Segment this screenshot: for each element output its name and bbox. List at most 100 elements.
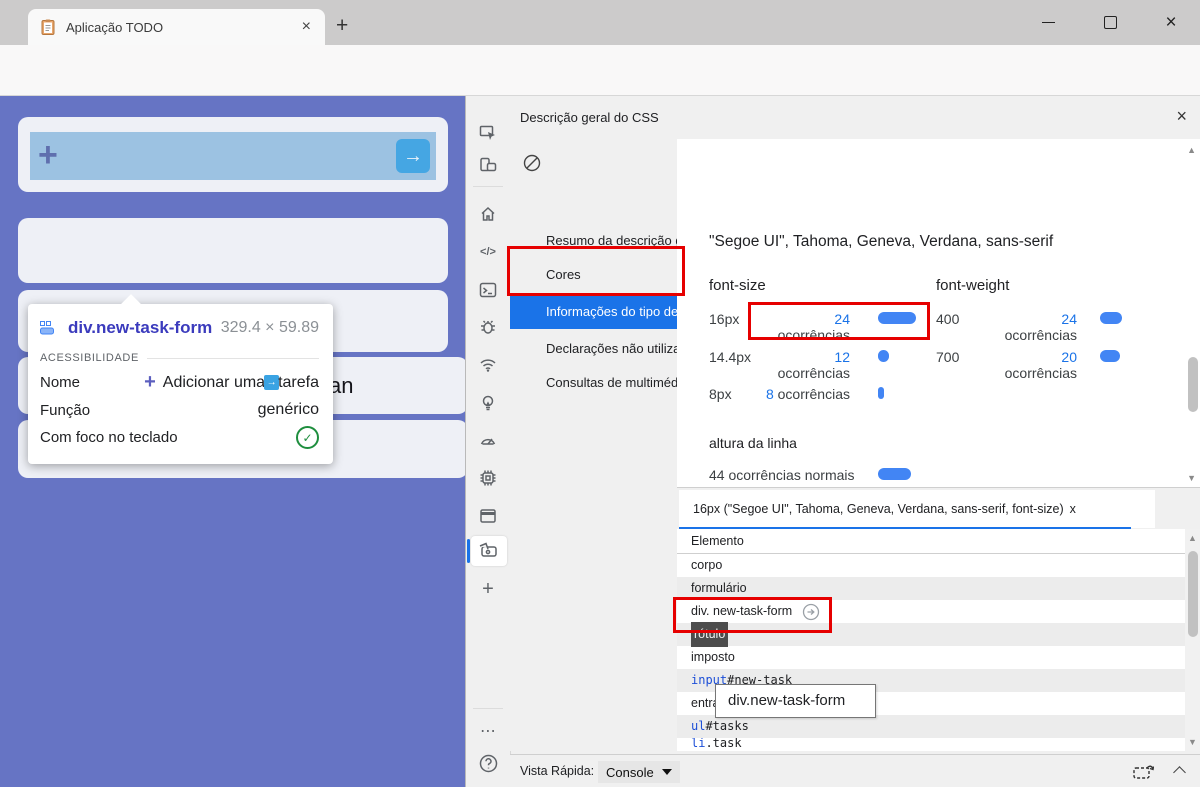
console-icon[interactable] [470, 275, 506, 305]
scrollbar-thumb[interactable] [1188, 357, 1198, 412]
browser-toolbar: ← ↻ https://microsoftedge.github.io/Demo… [0, 45, 1200, 96]
network-conditions-icon[interactable] [470, 350, 506, 380]
clipboard-favicon [40, 19, 56, 35]
issues-lightbulb-icon[interactable] [470, 388, 506, 418]
css-overview-sidebar: Resumo da descrição geral Cores Informaç… [510, 139, 678, 751]
accessibility-section-label: ACESSIBILIDADE [40, 352, 139, 364]
table-scrollbar[interactable]: ▲ [1185, 529, 1200, 751]
font-weight-value: 400 [936, 311, 959, 327]
scroll-down-icon[interactable]: ▼ [1187, 473, 1196, 483]
minimize-button[interactable] [1025, 0, 1071, 45]
scroll-up-icon[interactable]: ▲ [1187, 145, 1196, 155]
occurrence-bar [878, 350, 889, 362]
role-value: genérico [258, 401, 319, 419]
help-icon[interactable] [470, 748, 506, 778]
table-row[interactable]: ul#tasks [677, 715, 1185, 738]
submit-task-button[interactable]: → [396, 139, 430, 173]
check-icon: ✓ [296, 426, 319, 449]
element-list-pane: 16px ("Segoe UI", Tahoma, Geneva, Verdan… [677, 487, 1200, 751]
annotation-red-box-row [673, 597, 832, 633]
scroll-down-icon[interactable]: ▼ [1188, 737, 1197, 747]
inspect-highlight-overlay[interactable]: + → [30, 132, 436, 180]
close-panel-icon[interactable]: × [1176, 106, 1187, 127]
inspect-tooltip: div.new-task-form 329.4 × 59.89 ACESSIBI… [28, 304, 333, 464]
new-task-form-card: + → [18, 117, 448, 192]
font-weight-heading: font-weight [936, 277, 1009, 294]
task-card-hidden-1[interactable] [18, 218, 448, 283]
tab-title: Aplicação TODO [66, 20, 298, 35]
divider [147, 358, 319, 359]
occurrence-bar [878, 387, 884, 399]
font-info-pane: ▲ ▼ "Segoe UI", Tahoma, Geneva, Verdana,… [677, 139, 1200, 487]
tooltip-element-name: div.new-task-form [68, 318, 212, 338]
font-size-filter-tab[interactable]: 16px ("Segoe UI", Tahoma, Geneva, Verdan… [679, 490, 1155, 528]
font-size-count: 8 ocorrências [765, 386, 850, 402]
accessible-name-value: Adicionar uma [163, 374, 265, 392]
font-size-value: 16px [709, 311, 739, 327]
element-badge-icon [40, 321, 60, 335]
table-row-clipped[interactable]: li.task [677, 738, 1185, 749]
font-weight-count: 24 ocorrências [992, 311, 1077, 343]
scroll-up-icon[interactable]: ▲ [1188, 533, 1197, 543]
todo-app-page: + → Trocar óleo no carro de Jan Yoga com… [0, 96, 465, 787]
quick-view-label: Vista Rápida: [520, 764, 594, 778]
browser-window: Aplicação TODO × + × ← ↻ https://microso… [0, 0, 1200, 787]
font-size-heading: font-size [709, 277, 766, 294]
font-weight-count: 20 ocorrências [992, 349, 1077, 381]
css-overview-icon[interactable] [470, 536, 506, 566]
font-size-count: 12 ocorrências [765, 349, 850, 381]
font-size-value: 14.4px [709, 349, 751, 365]
submit-arrow-icon: → [403, 145, 423, 168]
font-weight-value: 700 [936, 349, 959, 365]
divider [473, 186, 503, 187]
table-row[interactable]: corpo [677, 554, 1185, 577]
maximize-icon [1104, 16, 1117, 29]
tab-close-icon[interactable]: × [298, 18, 315, 36]
performance-gauge-icon[interactable] [470, 425, 506, 455]
debugger-icon[interactable] [470, 312, 506, 342]
annotation-red-box-sidebar [507, 246, 685, 296]
close-icon: × [1165, 12, 1176, 34]
role-label: Função [40, 402, 90, 419]
native-tooltip: div.new-task-form [715, 684, 876, 718]
new-tab-icon[interactable]: + [336, 16, 348, 36]
home-icon[interactable] [470, 199, 506, 229]
occurrence-bar [1100, 350, 1120, 362]
device-emulation-icon[interactable] [470, 150, 506, 180]
css-overview-header: Descrição geral do CSS × [510, 96, 1200, 140]
devtools-activity-bar: </> + ⋯ [467, 96, 511, 787]
tooltip-dimensions: 329.4 × 59.89 [221, 319, 319, 337]
quick-view-statusbar: Vista Rápida: Console [510, 754, 1200, 787]
occurrence-bar [1100, 312, 1122, 324]
devtools-panel: </> + ⋯ Descrição geral do CSS × Resumo … [465, 96, 1200, 787]
table-header-elemento: Elemento [677, 529, 1185, 554]
table-row[interactable]: imposto [677, 646, 1185, 669]
memory-chip-icon[interactable] [470, 463, 506, 493]
accessible-name-tail: tarefa [278, 374, 319, 392]
line-height-summary: 44 ocorrências normais [709, 467, 855, 483]
inspect-element-icon[interactable] [470, 118, 506, 148]
filter-tab-close-icon[interactable]: x [1070, 502, 1076, 516]
application-icon[interactable] [470, 501, 506, 531]
close-window-button[interactable]: × [1148, 0, 1194, 45]
annotation-red-box-count [748, 302, 930, 340]
font-size-value: 8px [709, 386, 732, 402]
dock-drawer-icon[interactable] [1132, 763, 1154, 780]
occurrence-bar [878, 468, 911, 480]
console-dropdown[interactable]: Console [598, 761, 680, 783]
clear-overview-icon[interactable] [522, 153, 542, 178]
collapse-chevron-icon[interactable] [1173, 766, 1186, 779]
maximize-button[interactable] [1087, 0, 1133, 45]
tab-strip: Aplicação TODO × + × [0, 0, 1200, 45]
minimize-icon [1042, 22, 1055, 23]
name-plus-icon: + [144, 371, 156, 394]
add-task-plus-icon: + [38, 136, 58, 175]
elements-sources-icon[interactable]: </> [470, 237, 506, 267]
add-tools-icon[interactable]: + [470, 574, 506, 604]
browser-tab[interactable]: Aplicação TODO × [28, 9, 325, 45]
scrollbar-thumb[interactable] [1188, 551, 1198, 637]
keyboard-focus-label: Com foco no teclado [40, 429, 178, 446]
more-tools-icon[interactable]: ⋯ [470, 716, 506, 746]
inline-arrow-icon: → [264, 375, 279, 390]
divider [473, 708, 503, 709]
